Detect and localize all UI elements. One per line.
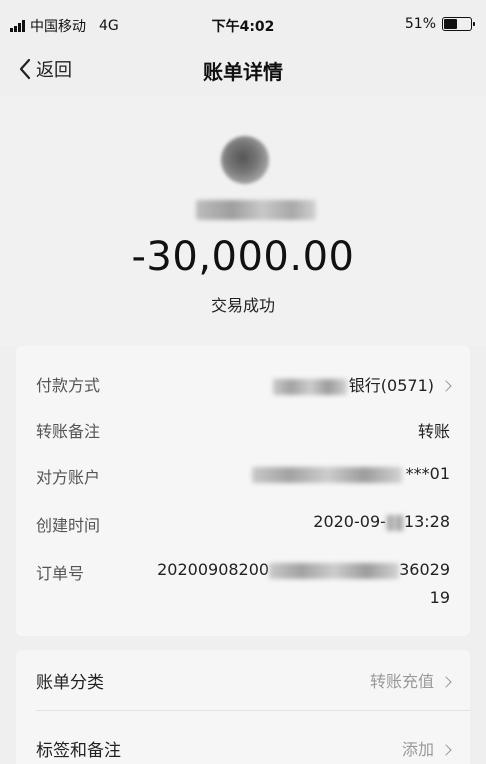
counterparty-name-redacted [196,200,316,220]
counterparty-account-value: ***01 [405,464,450,483]
tags-notes-label: 标签和备注 [36,741,121,761]
status-right: 51% [404,16,475,32]
nav-bar: 返回 账单详情 [0,44,486,96]
transaction-status: 交易成功 [210,296,275,315]
chevron-right-icon [440,743,452,756]
bill-category-value: 转账充值 [369,672,434,691]
transaction-amount: -30,000.00 [131,234,355,280]
order-number-label: 订单号 [36,564,85,583]
payment-method-value: 银行(0571) [348,376,434,395]
divider [36,710,470,711]
order-number-row: 订单号 20200908200 36029 19 [36,560,450,610]
tags-notes-value: 添加 [401,740,434,759]
order-number-prefix: 20200908200 [157,560,270,579]
chevron-right-icon [440,379,452,392]
created-time-label: 创建时间 [36,516,101,535]
details-card: 付款方式 银行(0571) 转账备注 转账 对方账户 ***01 创建时间 20… [16,346,470,636]
created-time-value-group: 2020-09- 13:28 [313,512,450,531]
account-number-redacted [251,466,402,483]
order-number-line2: 19 [429,588,450,607]
extra-section: 账单分类 转账充值 标签和备注 添加 [16,650,470,764]
transfer-note-label: 转账备注 [36,422,101,441]
counterparty-account-value-group: ***01 [251,464,450,483]
avatar [221,136,269,184]
order-number-line1: 20200908200 36029 [157,560,450,579]
counterparty-account-label: 对方账户 [36,468,101,487]
status-bar: 中国移动 4G 下午4:02 51% [0,0,486,44]
day-redacted [385,514,404,531]
bill-category-label: 账单分类 [36,673,104,693]
transaction-summary: -30,000.00 交易成功 [0,96,486,346]
bank-name-redacted [272,378,347,395]
page-title: 账单详情 [203,60,283,84]
order-number-suffix: 36029 [399,560,450,579]
chevron-right-icon [440,675,452,688]
created-time-prefix: 2020-09- [313,512,386,531]
battery-percent: 51% [404,16,436,32]
bill-category-value-group: 转账充值 [369,668,452,692]
tags-notes-value-group: 添加 [401,736,452,760]
created-time-suffix: 13:28 [403,512,450,531]
order-number-redacted [269,562,400,579]
payment-method-value-group: 银行(0571) [272,372,452,396]
transfer-note-value: 转账 [417,422,450,441]
bill-detail-screen: 中国移动 4G 下午4:02 51% 返回 账单详情 -30,000.00 交易… [0,0,486,764]
payment-method-label: 付款方式 [36,376,101,395]
battery-icon [442,17,475,31]
